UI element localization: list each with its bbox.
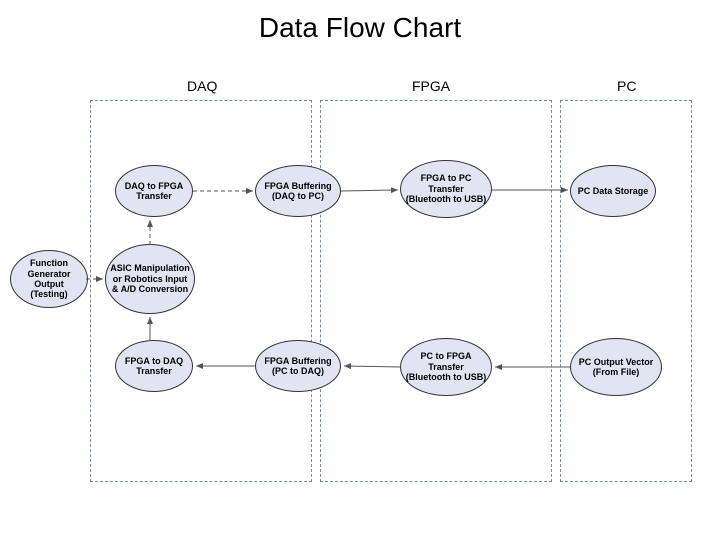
node-asic: ASIC Manipulation or Robotics Input & A/…	[105, 244, 195, 314]
group-label-pc: PC	[617, 78, 636, 94]
node-buffer-pc-daq: FPGA Buffering (PC to DAQ)	[255, 340, 341, 392]
node-pc-storage: PC Data Storage	[570, 165, 656, 217]
group-box-fpga	[320, 100, 552, 482]
group-label-daq: DAQ	[187, 78, 217, 94]
node-daq-to-fpga: DAQ to FPGA Transfer	[115, 165, 193, 217]
group-label-fpga: FPGA	[412, 78, 450, 94]
node-function-generator: Function Generator Output (Testing)	[10, 250, 88, 308]
group-box-pc	[560, 100, 692, 482]
node-pc-to-fpga: PC to FPGA Transfer (Bluetooth to USB)	[400, 338, 492, 396]
node-pc-output: PC Output Vector (From File)	[570, 338, 662, 396]
node-buffer-daq-pc: FPGA Buffering (DAQ to PC)	[255, 165, 341, 217]
node-fpga-to-pc: FPGA to PC Transfer (Bluetooth to USB)	[400, 160, 492, 218]
node-fpga-to-daq: FPGA to DAQ Transfer	[115, 340, 193, 392]
page-title: Data Flow Chart	[0, 12, 720, 44]
